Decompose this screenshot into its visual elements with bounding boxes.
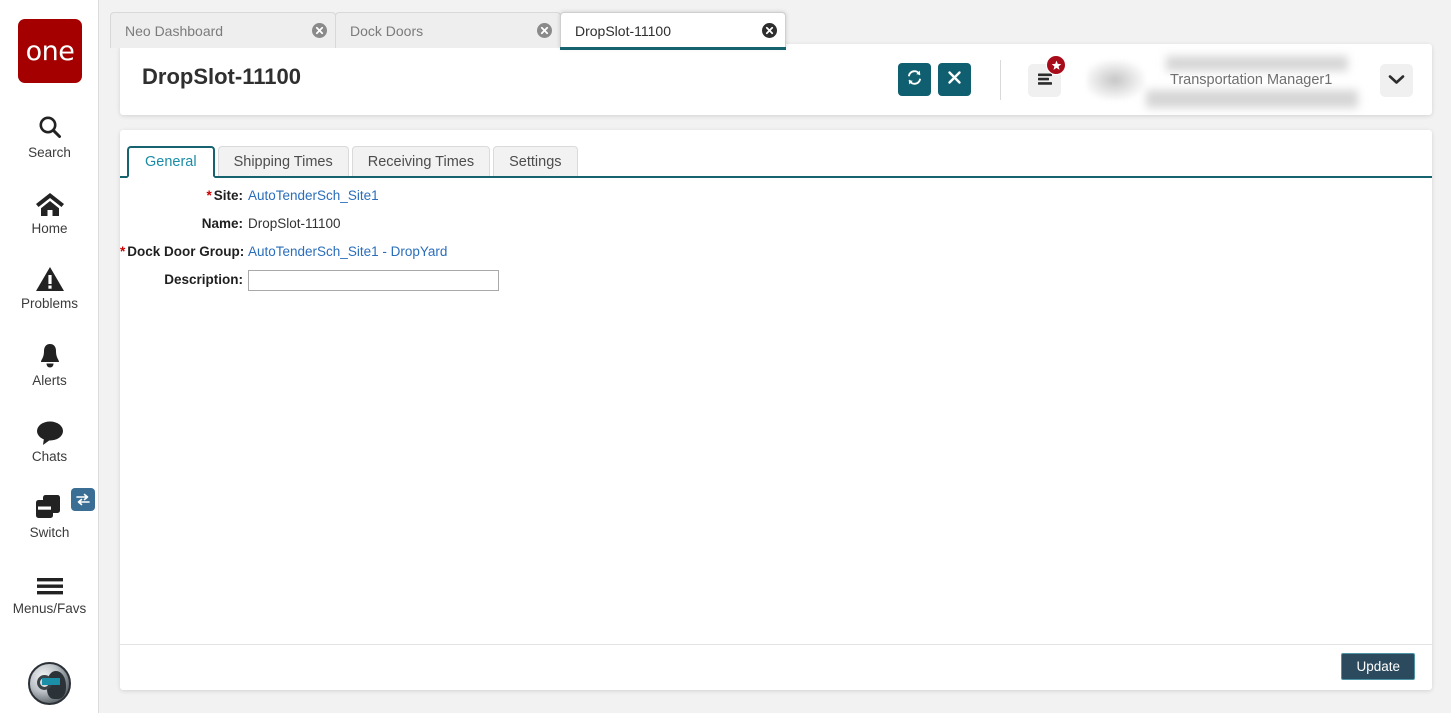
- star-badge-icon: [1046, 55, 1066, 75]
- user-name-redacted: [1166, 56, 1348, 71]
- user-avatar[interactable]: [1087, 60, 1145, 100]
- rail-label-chats: Chats: [31, 449, 68, 464]
- app-tab-close-icon[interactable]: [537, 23, 552, 38]
- user-role-label: Transportation Manager1: [1170, 72, 1333, 88]
- name-value: DropSlot-11100: [248, 216, 341, 231]
- app-tab-label: Dock Doors: [350, 22, 424, 39]
- tab-receiving-times-label: Receiving Times: [367, 153, 475, 170]
- assistant-avatar-icon[interactable]: [28, 662, 71, 705]
- dock-door-group-label: Dock Door Group:: [127, 244, 245, 259]
- site-value-link[interactable]: AutoTenderSch_Site1: [248, 186, 379, 205]
- rail-item-menus-favs[interactable]: Menus/Favs: [0, 564, 99, 616]
- user-menu-toggle[interactable]: [1380, 64, 1413, 97]
- app-tab-label: Neo Dashboard: [125, 22, 224, 39]
- rail-label-alerts: Alerts: [32, 373, 67, 388]
- rail-item-problems[interactable]: Problems: [0, 259, 99, 311]
- page-title: DropSlot-11100: [142, 64, 301, 89]
- tab-settings[interactable]: Settings: [493, 146, 578, 176]
- form-row-description: Description:: [120, 270, 1432, 291]
- user-info-block[interactable]: Transportation Manager1: [1144, 56, 1379, 108]
- tab-shipping-times[interactable]: Shipping Times: [217, 146, 349, 176]
- form-row-dock-door-group: * Dock Door Group: AutoTenderSch_Site1 - …: [120, 242, 1432, 261]
- page-header: DropSlot-11100 Transportation Manager1: [120, 44, 1432, 115]
- refresh-icon: [906, 69, 923, 91]
- app-tab-neo-dashboard[interactable]: Neo Dashboard: [110, 12, 336, 48]
- tab-general-label: General: [145, 154, 197, 170]
- tab-shipping-times-label: Shipping Times: [233, 153, 333, 170]
- app-tab-dock-doors[interactable]: Dock Doors: [335, 12, 561, 48]
- switch-cards-icon: [0, 488, 99, 522]
- description-label-wrap: Description:: [120, 270, 248, 289]
- context-menu-button[interactable]: [1028, 55, 1066, 97]
- required-asterisk: *: [120, 244, 126, 259]
- home-icon: [0, 184, 99, 218]
- application-window: one Search Home Problems Alerts Chats Sw…: [0, 0, 1451, 713]
- chevron-down-icon: [1388, 72, 1405, 90]
- update-button-label: Update: [1356, 659, 1400, 674]
- description-label: Description:: [164, 272, 243, 287]
- hamburger-icon: [0, 564, 99, 598]
- refresh-button[interactable]: [898, 63, 931, 96]
- general-form: * Site: AutoTenderSch_Site1 Name: DropSlo…: [120, 186, 1432, 300]
- form-row-name: Name: DropSlot-11100: [120, 214, 1432, 233]
- dock-door-group-label-wrap: * Dock Door Group:: [120, 242, 248, 261]
- panel-footer: Update: [120, 644, 1432, 690]
- rail-item-chats[interactable]: Chats: [0, 412, 99, 464]
- rail-item-alerts[interactable]: Alerts: [0, 336, 99, 388]
- brand-logo-text: one: [25, 35, 75, 67]
- rail-item-home[interactable]: Home: [0, 184, 99, 236]
- update-button[interactable]: Update: [1341, 653, 1415, 680]
- site-label-wrap: * Site:: [120, 186, 248, 205]
- app-tab-label: DropSlot-11100: [575, 22, 671, 39]
- rail-label-search: Search: [28, 145, 71, 160]
- close-x-icon: [947, 70, 962, 90]
- search-icon: [0, 108, 99, 142]
- content-panel: General Shipping Times Receiving Times S…: [120, 130, 1432, 690]
- form-row-site: * Site: AutoTenderSch_Site1: [120, 186, 1432, 205]
- app-tab-close-icon[interactable]: [762, 23, 777, 38]
- app-tab-dropslot-11100[interactable]: DropSlot-11100: [560, 12, 786, 50]
- dock-door-group-value-link[interactable]: AutoTenderSch_Site1 - DropYard: [248, 242, 447, 261]
- tab-general[interactable]: General: [127, 146, 215, 178]
- switch-transfer-badge-icon[interactable]: [71, 488, 95, 511]
- brand-logo[interactable]: one: [18, 19, 82, 83]
- app-tab-close-icon[interactable]: [312, 23, 327, 38]
- tab-strip: Neo Dashboard Dock Doors DropSlot-11100: [110, 12, 786, 50]
- name-label: Name:: [201, 216, 243, 231]
- site-label: Site:: [213, 188, 243, 203]
- rail-label-switch: Switch: [29, 525, 70, 540]
- assistant-visor-shape: [42, 678, 60, 685]
- bell-icon: [0, 336, 99, 370]
- required-asterisk: *: [206, 188, 212, 203]
- content-tabs: General Shipping Times Receiving Times S…: [120, 146, 1432, 178]
- tab-receiving-times[interactable]: Receiving Times: [351, 146, 491, 176]
- rail-label-problems: Problems: [20, 296, 79, 311]
- chat-bubble-icon: [0, 412, 99, 446]
- header-divider: [1000, 60, 1001, 100]
- description-input[interactable]: [248, 270, 499, 291]
- tab-settings-label: Settings: [509, 153, 562, 170]
- left-navigation-rail: one Search Home Problems Alerts Chats Sw…: [0, 0, 99, 713]
- rail-label-home: Home: [31, 221, 68, 236]
- warning-triangle-icon: [0, 259, 99, 293]
- user-org-redacted: [1146, 90, 1358, 108]
- rail-item-search[interactable]: Search: [0, 108, 99, 160]
- rail-item-switch[interactable]: Switch: [0, 488, 99, 540]
- close-page-button[interactable]: [938, 63, 971, 96]
- rail-label-menus-favs: Menus/Favs: [12, 601, 87, 616]
- name-label-wrap: Name:: [120, 214, 248, 233]
